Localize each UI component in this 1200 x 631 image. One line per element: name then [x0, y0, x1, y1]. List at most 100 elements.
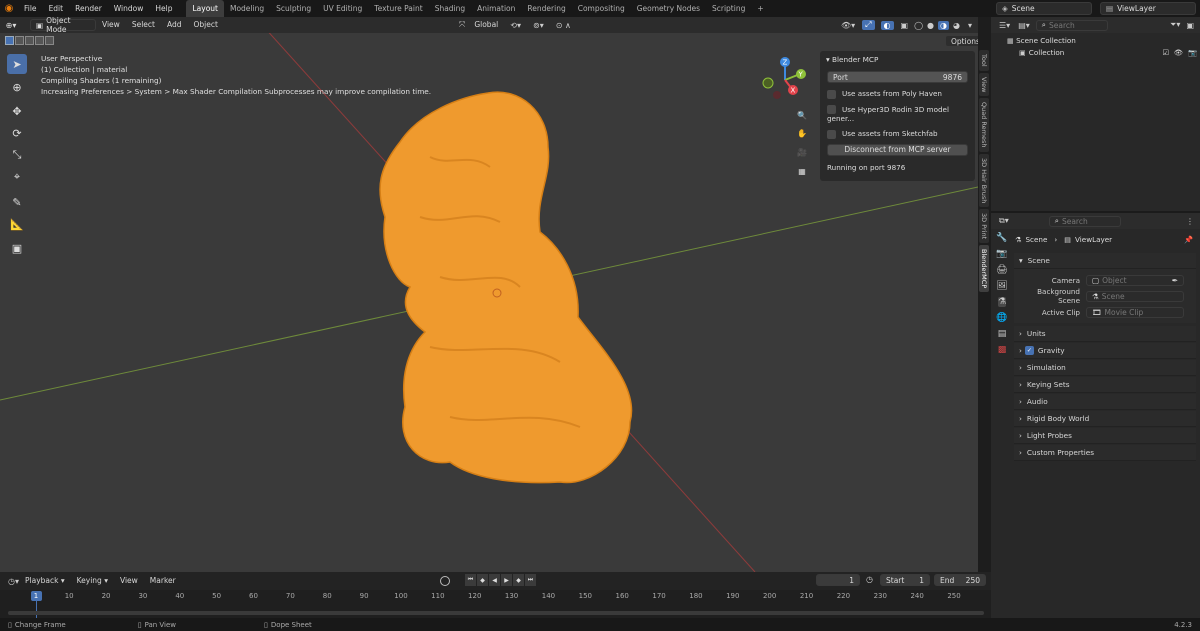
gizmo-toggle-icon[interactable]: ⤢ — [862, 20, 875, 30]
tab-3d-print[interactable]: 3D Print — [979, 208, 989, 244]
options-dropdown[interactable]: Options ▾ — [945, 35, 978, 47]
panel-audio[interactable]: › Audio — [1014, 394, 1196, 410]
sketchfab-checkbox[interactable] — [827, 129, 836, 139]
camera-render-icon[interactable]: 📷 — [1188, 48, 1197, 57]
annotate-tool-icon[interactable]: ✎ — [7, 192, 27, 212]
play-reverse-icon[interactable]: ◀ — [489, 574, 500, 586]
viewport-menu-object[interactable]: Object — [187, 17, 223, 33]
outliner-row-collection[interactable]: ▣ Collection ☑ 👁 📷 — [1019, 48, 1197, 57]
background-scene-field[interactable]: ⚗ Scene — [1086, 290, 1184, 302]
ortho-grid-icon[interactable]: ▦ — [794, 163, 810, 179]
transform-tool-icon[interactable]: ⌖ — [7, 167, 27, 187]
shading-solid-icon[interactable]: ● — [927, 21, 934, 30]
tab-view[interactable]: View — [979, 72, 989, 97]
tab-quad-remesh[interactable]: Quad Remesh — [979, 98, 989, 152]
eye-icon[interactable]: 👁 — [1174, 48, 1183, 57]
cursor-tool-icon[interactable]: ⊕ — [7, 77, 27, 97]
eyedropper-icon[interactable]: ✒ — [1172, 276, 1178, 285]
shading-wireframe-icon[interactable]: ◯ — [914, 21, 923, 30]
menu-help[interactable]: Help — [149, 0, 178, 17]
zoom-icon[interactable]: 🔍 — [794, 107, 810, 123]
panel-custom-properties[interactable]: › Custom Properties — [1014, 445, 1196, 461]
camera-view-icon[interactable]: 🎥 — [794, 144, 810, 160]
tab-sculpting[interactable]: Sculpting — [270, 0, 317, 17]
add-workspace-icon[interactable]: + — [751, 0, 769, 17]
scene-properties-icon[interactable]: ⚗ — [997, 297, 1007, 307]
exclude-checkbox-icon[interactable]: ☑ — [1162, 48, 1168, 57]
rotate-tool-icon[interactable]: ⟳ — [7, 123, 27, 143]
render-properties-icon[interactable]: 📷 — [996, 249, 1007, 259]
world-properties-icon[interactable]: 🌐 — [996, 313, 1007, 323]
timeline-menu-view[interactable]: View — [114, 573, 144, 589]
tab-modeling[interactable]: Modeling — [224, 0, 270, 17]
viewport-menu-add[interactable]: Add — [161, 17, 188, 33]
panel-simulation[interactable]: › Simulation — [1014, 360, 1196, 376]
tab-blendermcp[interactable]: BlenderMCP — [979, 245, 989, 293]
mcp-panel-header[interactable]: ▾ Blender MCP — [820, 51, 975, 68]
gravity-checkbox[interactable]: ✓ — [1024, 346, 1034, 355]
pin-icon[interactable]: 📌 — [1184, 235, 1193, 244]
collection-properties-icon[interactable]: ▤ — [998, 329, 1007, 339]
shading-rendered-icon[interactable]: ◕ — [953, 21, 960, 30]
end-frame-field[interactable]: End 250 — [934, 574, 986, 586]
hyper3d-checkbox[interactable] — [827, 105, 836, 114]
tool-settings-icon[interactable]: 🔧 — [996, 233, 1007, 243]
prev-keyframe-icon[interactable]: ◆ — [477, 574, 488, 586]
outliner-search[interactable]: ⌕ Search — [1035, 19, 1108, 31]
mode-dropdown[interactable]: ▣ Object Mode — [30, 17, 96, 34]
menu-edit[interactable]: Edit — [43, 0, 70, 17]
snap-icon[interactable]: ⊚▾ — [533, 21, 544, 30]
record-button-icon[interactable] — [440, 576, 450, 586]
viewport-menu-view[interactable]: View — [96, 17, 126, 33]
view-layer-icon[interactable]: 🖼 — [996, 281, 1007, 291]
play-icon[interactable]: ▶ — [501, 574, 512, 586]
timeline-menu-marker[interactable]: Marker — [144, 573, 182, 589]
proportional-edit-icon[interactable]: ⊙ ∧ — [556, 21, 571, 30]
blender-logo-icon[interactable]: ◉ — [0, 3, 18, 14]
active-clip-field[interactable]: 🎞 Movie Clip — [1086, 306, 1184, 318]
visibility-icon[interactable]: 👁▾ — [841, 21, 855, 30]
tab-layout[interactable]: Layout — [186, 0, 224, 17]
properties-search[interactable]: ⌕ Search — [1048, 215, 1121, 227]
tab-texture-paint[interactable]: Texture Paint — [368, 0, 428, 17]
outliner-display-icon[interactable]: ▤▾ — [1018, 21, 1030, 30]
selection-mode-icons[interactable] — [5, 36, 65, 46]
sketchfab-option[interactable]: Use assets from Sketchfab — [827, 129, 968, 139]
poly-haven-option[interactable]: Use assets from Poly Haven — [827, 89, 968, 99]
editor-type-icon[interactable]: ⊕▾ — [0, 21, 22, 30]
properties-options-icon[interactable]: ⋮ — [1186, 217, 1194, 226]
timeline-menu-keying[interactable]: Keying ▾ — [71, 573, 114, 589]
menu-window[interactable]: Window — [108, 0, 150, 17]
scene-panel-header[interactable]: ▾ Scene — [1014, 253, 1196, 269]
menu-file[interactable]: File — [18, 0, 43, 17]
outliner-editor-icon[interactable]: ☰▾ — [999, 21, 1010, 30]
poly-haven-checkbox[interactable] — [827, 89, 836, 99]
properties-editor-icon[interactable]: ⧉▾ — [999, 216, 1009, 226]
tab-tool[interactable]: Tool — [979, 50, 989, 71]
preview-range-icon[interactable]: ◷ — [866, 575, 873, 584]
panel-gravity[interactable]: › ✓ Gravity — [1014, 343, 1196, 359]
tab-animation[interactable]: Animation — [471, 0, 521, 17]
output-properties-icon[interactable]: 🖨 — [996, 265, 1007, 275]
move-tool-icon[interactable]: ✥ — [7, 101, 27, 121]
jump-start-icon[interactable]: ⏮ — [465, 574, 476, 586]
3d-viewport[interactable]: ⊕▾ ▣ Object Mode View Select Add Object … — [0, 17, 978, 572]
panel-rigid-body-world[interactable]: › Rigid Body World — [1014, 411, 1196, 427]
measure-tool-icon[interactable]: 📐 — [7, 214, 27, 234]
scale-tool-icon[interactable]: ⤡ — [7, 145, 27, 165]
outliner-row-scene-collection[interactable]: ▦ Scene Collection — [1007, 36, 1076, 45]
panel-light-probes[interactable]: › Light Probes — [1014, 428, 1196, 444]
hyper3d-option[interactable]: Use Hyper3D Rodin 3D model gener... — [827, 105, 968, 123]
new-collection-icon[interactable]: ▣ — [1186, 21, 1194, 30]
xray-icon[interactable]: ▣ — [901, 21, 909, 30]
filter-icon[interactable]: ⏷▾ — [1170, 20, 1180, 30]
current-frame-field[interactable]: 1 — [816, 574, 860, 586]
viewlayer-selector[interactable]: ▤ ViewLayer — [1100, 2, 1196, 15]
tab-scripting[interactable]: Scripting — [706, 0, 751, 17]
pan-hand-icon[interactable]: ✋ — [794, 125, 810, 141]
menu-render[interactable]: Render — [69, 0, 108, 17]
disconnect-button[interactable]: Disconnect from MCP server — [827, 143, 968, 156]
timeline-editor-icon[interactable]: ◷▾ — [8, 577, 19, 586]
add-cube-tool-icon[interactable]: ▣ — [7, 238, 27, 258]
next-keyframe-icon[interactable]: ◆ — [513, 574, 524, 586]
